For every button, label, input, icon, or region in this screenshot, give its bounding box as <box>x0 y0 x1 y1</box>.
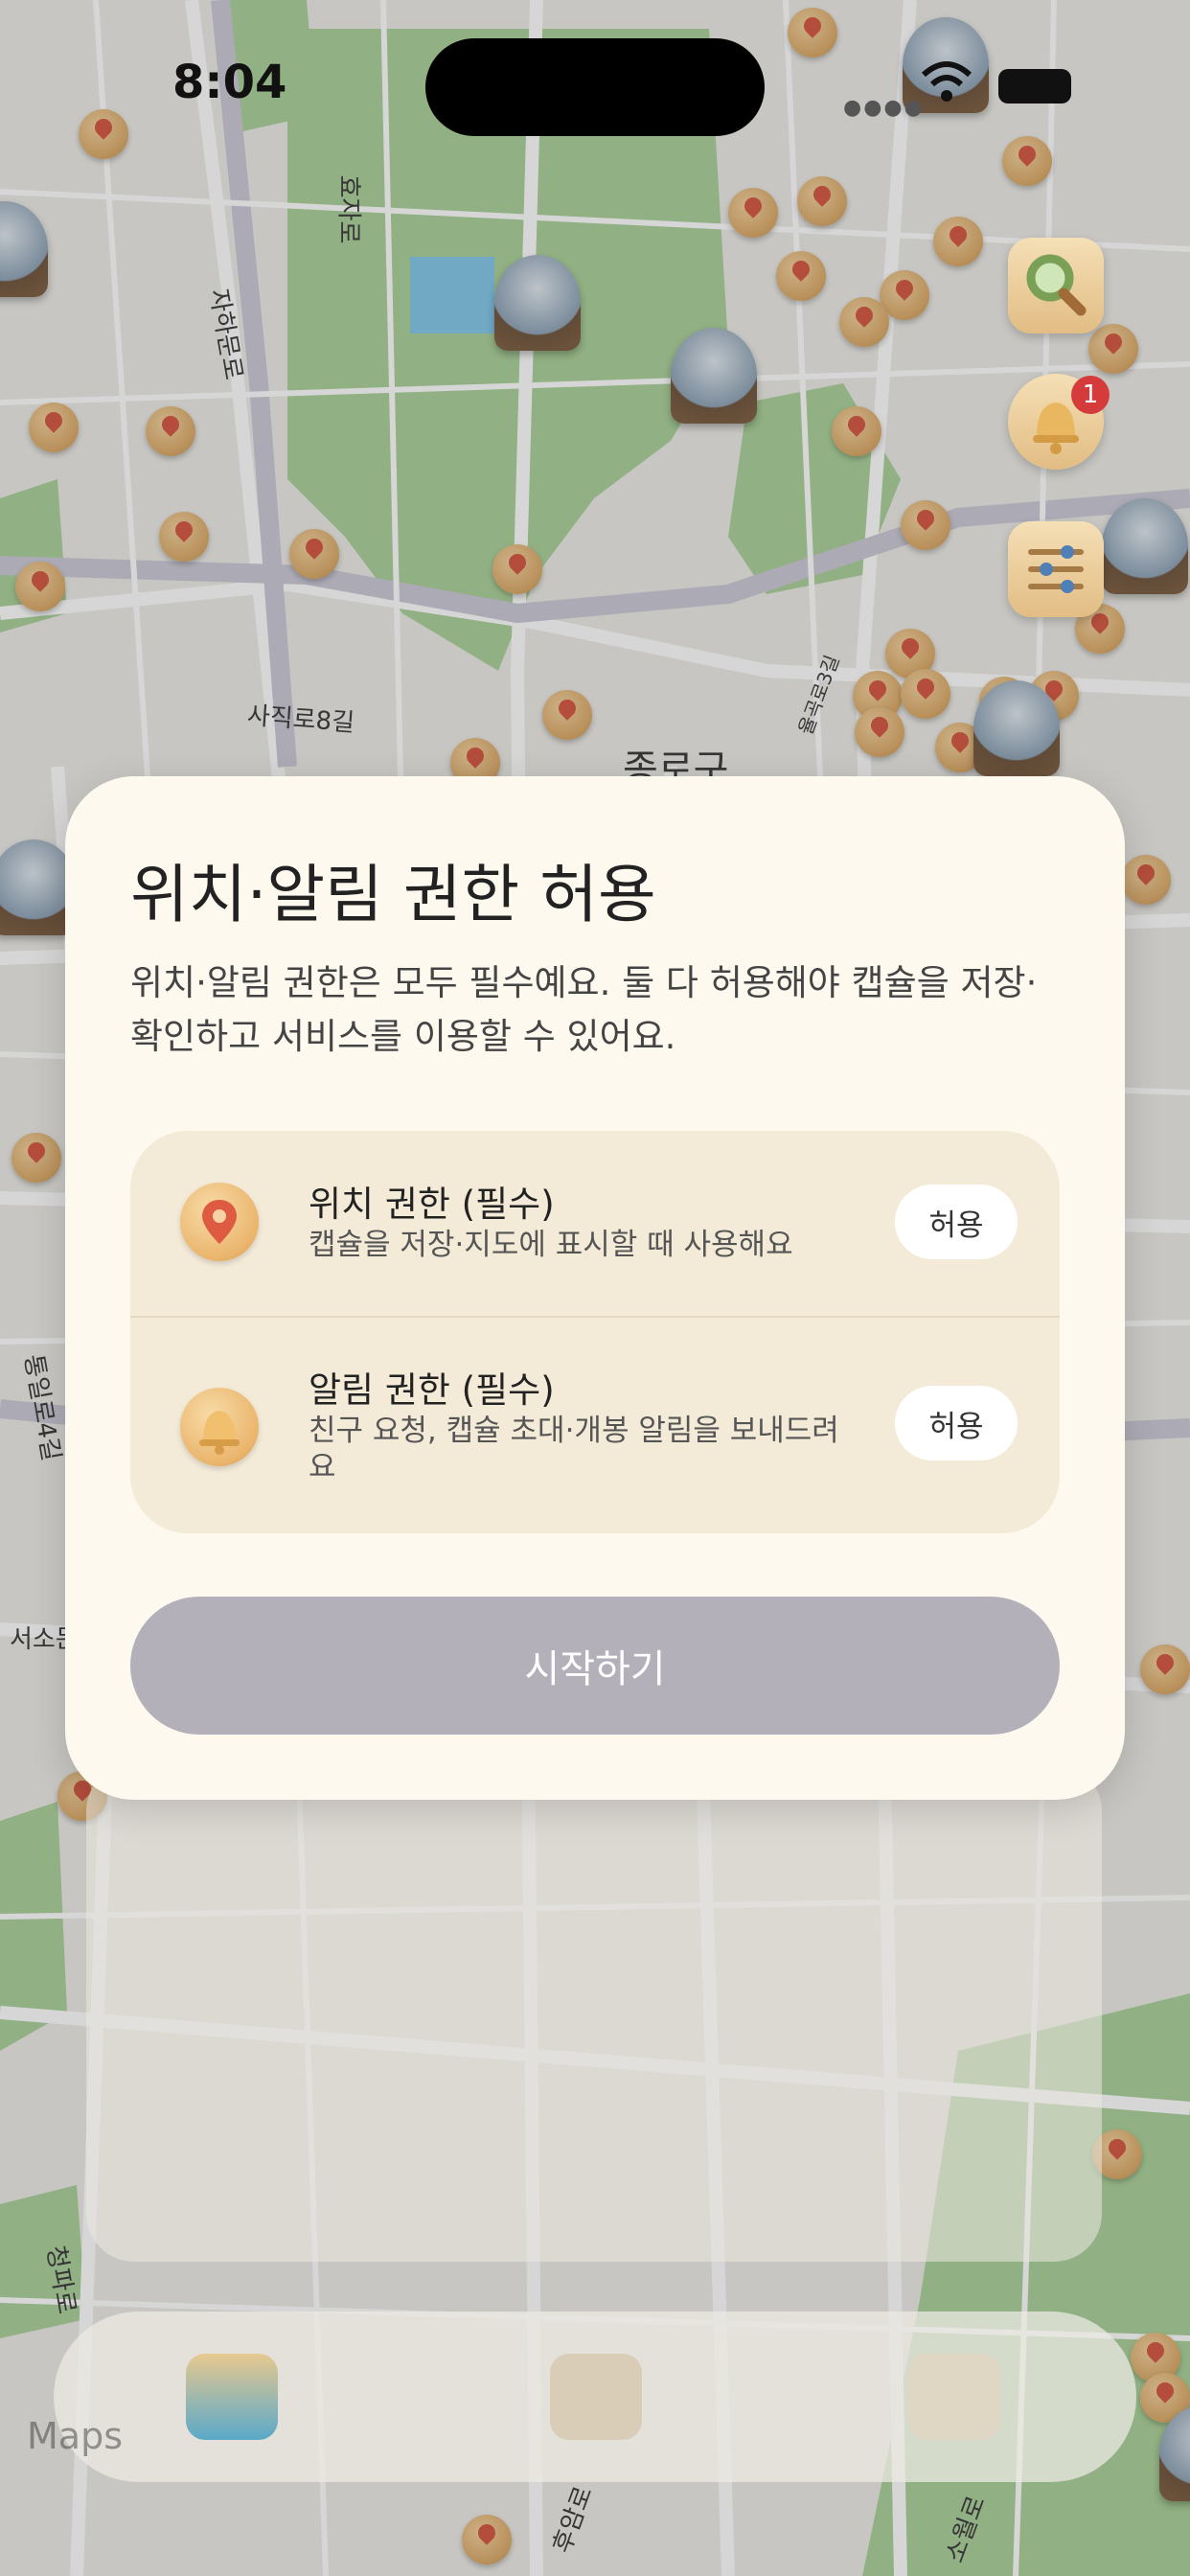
modal-title: 위치·알림 권한 허용 <box>130 858 656 932</box>
divider <box>130 1316 1060 1318</box>
tab-map-icon[interactable] <box>186 2354 278 2440</box>
background-sheet <box>86 1763 1102 2262</box>
permission-modal: 위치·알림 권한 허용 위치·알림 권한은 모두 필수예요. 둘 다 허용해야 … <box>65 776 1125 1800</box>
bell-icon <box>180 1388 259 1466</box>
sliders-icon <box>1028 545 1084 593</box>
permission-row-location: 위치 권한 (필수) 캡슐을 저장·지도에 표시할 때 사용해요 허용 <box>130 1131 1060 1313</box>
permission-title: 위치 권한 (필수) <box>309 1184 555 1225</box>
permission-subtitle: 친구 요청, 캡슐 초대·개봉 알림을 보내드려요 <box>309 1414 839 1484</box>
permission-subtitle: 캡슐을 저장·지도에 표시할 때 사용해요 <box>309 1228 793 1262</box>
permission-title: 알림 권한 (필수) <box>309 1369 555 1411</box>
permission-row-notification: 알림 권한 (필수) 친구 요청, 캡슐 초대·개봉 알림을 보내드려요 허용 <box>130 1319 1060 1501</box>
tab-profile-icon[interactable] <box>908 2354 1000 2440</box>
status-time: 8:04 <box>172 56 287 109</box>
permission-card: 위치 권한 (필수) 캡슐을 저장·지도에 표시할 때 사용해요 허용 알림 권… <box>130 1131 1060 1533</box>
modal-description: 위치·알림 권한은 모두 필수예요. 둘 다 허용해야 캡슐을 저장·확인하고 … <box>130 962 1038 1057</box>
allow-notification-button[interactable]: 허용 <box>895 1386 1018 1460</box>
maps-attribution-text: Maps <box>27 2415 123 2457</box>
start-button[interactable]: 시작하기 <box>130 1597 1060 1735</box>
allow-location-button[interactable]: 허용 <box>895 1184 1018 1259</box>
search-icon <box>1026 254 1087 316</box>
filter-button[interactable] <box>1008 521 1104 617</box>
battery-icon <box>998 69 1071 104</box>
wifi-icon <box>921 61 973 102</box>
dynamic-island <box>425 38 765 136</box>
location-pin-icon <box>180 1183 259 1261</box>
search-button[interactable] <box>1008 238 1104 334</box>
notification-badge: 1 <box>1071 376 1110 414</box>
signal-icon: ●●●● <box>843 96 925 120</box>
tab-capsule-icon[interactable] <box>550 2354 642 2440</box>
maps-attribution: Maps <box>27 2415 123 2457</box>
